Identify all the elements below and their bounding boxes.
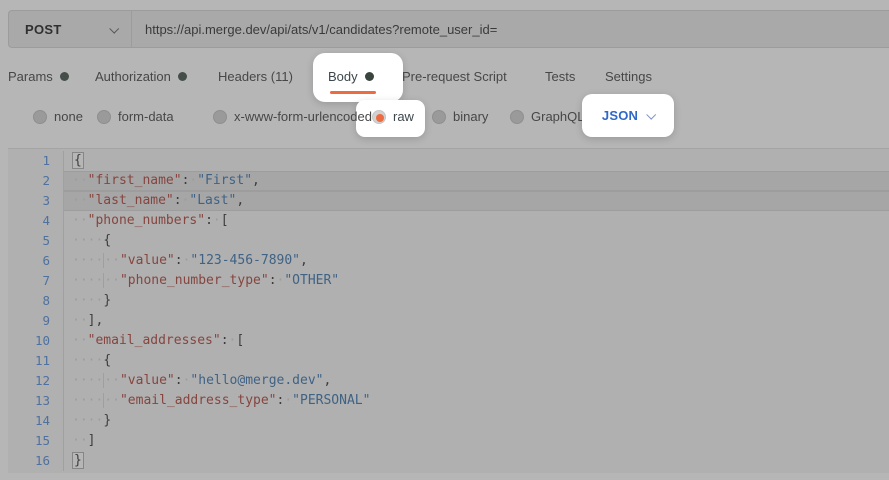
radio-label: form-data — [118, 109, 174, 124]
code-line-content: } — [64, 451, 889, 471]
tab-headers-11[interactable]: Headers (11) — [218, 69, 293, 84]
code-line-content: ··"last_name":·"Last", — [64, 191, 889, 211]
code-line[interactable]: 4··"phone_numbers":·[ — [8, 211, 889, 231]
line-number: 4 — [8, 211, 64, 231]
line-number: 1 — [8, 151, 64, 171]
line-number: 10 — [8, 331, 64, 351]
line-number: 8 — [8, 291, 64, 311]
tab-label: Params — [8, 69, 53, 84]
line-number: 14 — [8, 411, 64, 431]
code-line[interactable]: 6······"value":·"123-456-7890", — [8, 251, 889, 271]
code-line-content: ······"email_address_type":·"PERSONAL" — [64, 391, 889, 411]
code-line-content: ····} — [64, 291, 889, 311]
code-line[interactable]: 12······"value":·"hello@merge.dev", — [8, 371, 889, 391]
tab-pre-request-script[interactable]: Pre-request Script — [402, 69, 507, 84]
radio-selected-icon — [372, 110, 386, 124]
request-url-bar: POST https://api.merge.dev/api/ats/v1/ca… — [8, 10, 889, 48]
code-line[interactable]: 11····{ — [8, 351, 889, 371]
code-line-content: ··] — [64, 431, 889, 451]
code-line[interactable]: 14····} — [8, 411, 889, 431]
language-selector-label: JSON — [602, 108, 638, 123]
code-line[interactable]: 9··], — [8, 311, 889, 331]
line-number: 5 — [8, 231, 64, 251]
line-number: 11 — [8, 351, 64, 371]
body-type-option-binary[interactable]: binary — [432, 109, 488, 124]
body-type-options: none form-data x-www-form-urlencoded raw bin… — [0, 109, 889, 127]
code-line-content: ······"phone_number_type":·"OTHER" — [64, 271, 889, 291]
radio-label: raw — [393, 109, 414, 124]
code-line-content: ······"value":·"hello@merge.dev", — [64, 371, 889, 391]
body-code-editor[interactable]: 1{2··"first_name":·"First",3··"last_name… — [8, 148, 889, 473]
line-number: 9 — [8, 311, 64, 331]
radio-label: GraphQL — [531, 109, 584, 124]
code-line-content: ··"phone_numbers":·[ — [64, 211, 889, 231]
code-line[interactable]: 8····} — [8, 291, 889, 311]
active-tab-underline — [330, 91, 376, 94]
line-number: 3 — [8, 191, 64, 211]
tab-label: Authorization — [95, 69, 171, 84]
code-line-content: ····{ — [64, 351, 889, 371]
line-number: 16 — [8, 451, 64, 471]
code-line[interactable]: 5····{ — [8, 231, 889, 251]
body-type-option-form-data[interactable]: form-data — [97, 109, 174, 124]
code-line-content: ······"value":·"123-456-7890", — [64, 251, 889, 271]
tab-label: Pre-request Script — [402, 69, 507, 84]
tab-label: Headers (11) — [218, 69, 293, 84]
unsaved-changes-dot-icon — [178, 72, 187, 81]
line-number: 12 — [8, 371, 64, 391]
code-line[interactable]: 16} — [8, 451, 889, 471]
tab-settings[interactable]: Settings — [605, 69, 652, 84]
tab-tests[interactable]: Tests — [545, 69, 575, 84]
url-input[interactable]: https://api.merge.dev/api/ats/v1/candida… — [132, 22, 889, 37]
radio-label: x-www-form-urlencoded — [234, 109, 372, 124]
method-label: POST — [25, 22, 62, 37]
language-selector-dropdown[interactable]: JSON — [582, 94, 674, 137]
code-line-content: ··"email_addresses":·[ — [64, 331, 889, 351]
line-number: 6 — [8, 251, 64, 271]
chevron-down-icon — [646, 110, 656, 120]
code-line-content: ····{ — [64, 231, 889, 251]
unsaved-changes-dot-icon — [60, 72, 69, 81]
code-line-content: ··"first_name":·"First", — [64, 171, 889, 191]
body-type-option-graphql[interactable]: GraphQL — [510, 109, 584, 124]
radio-label: none — [54, 109, 83, 124]
body-type-option-raw[interactable]: raw — [372, 109, 414, 124]
radio-icon — [510, 110, 524, 124]
chevron-down-icon — [109, 23, 119, 33]
code-line[interactable]: 10··"email_addresses":·[ — [8, 331, 889, 351]
tab-body[interactable]: Body — [328, 69, 374, 84]
method-select[interactable]: POST — [9, 11, 131, 47]
tab-label: Settings — [605, 69, 652, 84]
body-type-option-none[interactable]: none — [33, 109, 83, 124]
request-tabs: Params Authorization Headers (11) Body Pre-r… — [0, 69, 889, 87]
radio-icon — [432, 110, 446, 124]
line-number: 2 — [8, 171, 64, 191]
code-line-content: ··], — [64, 311, 889, 331]
radio-label: binary — [453, 109, 488, 124]
code-line-content: { — [64, 151, 889, 171]
code-line[interactable]: 15··] — [8, 431, 889, 451]
tab-label: Tests — [545, 69, 575, 84]
code-line[interactable]: 1{ — [8, 151, 889, 171]
tab-label: Body — [328, 69, 358, 84]
radio-icon — [213, 110, 227, 124]
line-number: 15 — [8, 431, 64, 451]
bottom-margin — [0, 473, 889, 480]
line-number: 7 — [8, 271, 64, 291]
code-line[interactable]: 2··"first_name":·"First", — [8, 171, 889, 191]
code-line[interactable]: 3··"last_name":·"Last", — [8, 191, 889, 211]
tab-authorization[interactable]: Authorization — [95, 69, 187, 84]
code-line-content: ····} — [64, 411, 889, 431]
radio-icon — [97, 110, 111, 124]
body-type-option-x-www-form-urlencoded[interactable]: x-www-form-urlencoded — [213, 109, 372, 124]
tab-params[interactable]: Params — [8, 69, 69, 84]
radio-icon — [33, 110, 47, 124]
unsaved-changes-dot-icon — [365, 72, 374, 81]
code-line[interactable]: 7······"phone_number_type":·"OTHER" — [8, 271, 889, 291]
code-line[interactable]: 13······"email_address_type":·"PERSONAL" — [8, 391, 889, 411]
line-number: 13 — [8, 391, 64, 411]
